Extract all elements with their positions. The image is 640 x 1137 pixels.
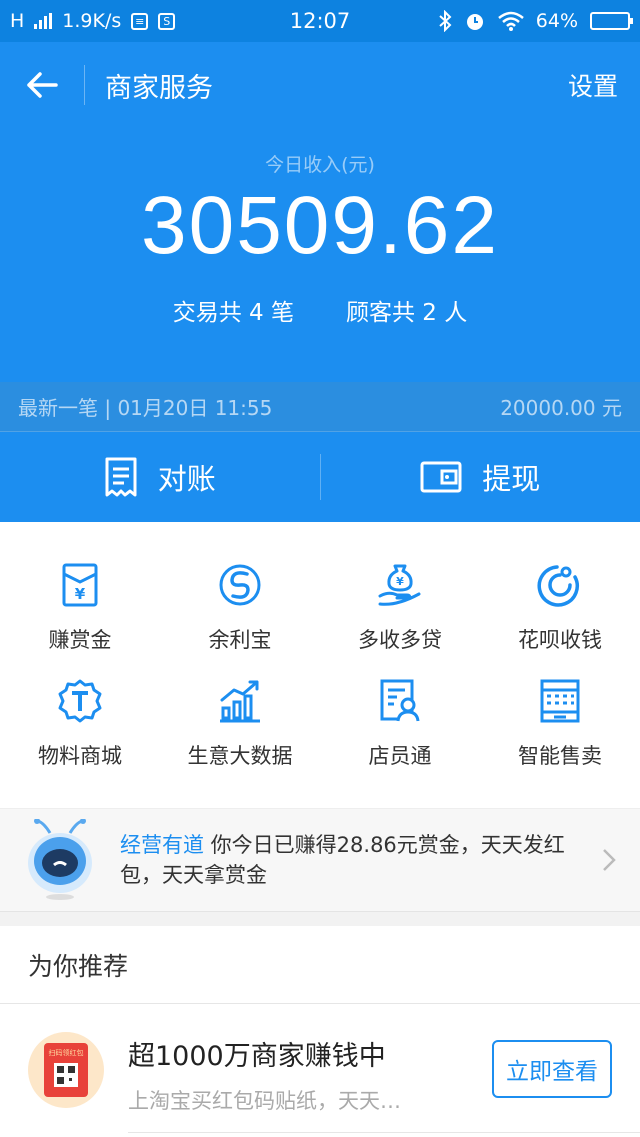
title-bar: 商家服务 设置 <box>0 42 640 128</box>
title-divider <box>84 65 85 105</box>
service-zhuanshangjin[interactable]: ¥ 赚赏金 <box>0 562 160 678</box>
svg-text:¥: ¥ <box>75 585 86 603</box>
banner-text: 经营有道 你今日已赚得28.86元赏金，天天发红包，天天拿赏金 <box>120 830 570 890</box>
network-speed: 1.9K/s <box>62 10 122 32</box>
recommend-item-text: 超1000万商家赚钱中 上淘宝买红包码贴纸，天天… <box>128 1032 458 1115</box>
alarm-icon <box>466 14 483 30</box>
banner-highlight: 经营有道 <box>120 833 204 857</box>
service-grid: ¥ 赚赏金 余利宝 ¥ 多收多贷 花呗收钱 物料商城 生意大数据 店员通 智能售… <box>0 522 640 808</box>
income-label: 今日收入(元) <box>265 154 375 176</box>
service-label: 多收多贷 <box>358 628 442 652</box>
wifi-icon <box>497 11 524 31</box>
view-now-button[interactable]: 立即查看 <box>492 1040 612 1098</box>
red-packet-qr-icon: 扫码领红包 <box>28 1032 104 1108</box>
page-title: 商家服务 <box>105 72 213 104</box>
red-packet-icon-text: 扫码领红包 <box>49 1048 84 1057</box>
business-tip-banner[interactable]: 经营有道 你今日已赚得28.86元赏金，天天发红包，天天拿赏金 <box>0 808 640 912</box>
service-label: 生意大数据 <box>187 744 293 768</box>
status-bar: H 1.9K/s ≡ S 12:07 64% <box>0 0 640 42</box>
latest-transaction-time: 最新一笔 | 01月20日 11:55 <box>18 396 273 420</box>
action-bar: 对账 提现 <box>0 432 640 522</box>
back-arrow-icon <box>27 72 58 98</box>
income-amount: 30509.62 <box>140 180 499 271</box>
customer-count[interactable]: 顾客共 2 人 <box>346 293 467 327</box>
money-bag-hand-icon: ¥ <box>378 564 421 606</box>
withdraw-button[interactable]: 提现 <box>321 456 640 498</box>
service-label: 赚赏金 <box>48 628 112 652</box>
sim-icon: S <box>158 12 176 30</box>
service-huabei[interactable]: 花呗收钱 <box>480 562 640 678</box>
reconcile-label: 对账 <box>157 462 216 496</box>
transaction-count[interactable]: 交易共 4 笔 <box>173 293 294 327</box>
red-envelope-icon: ¥ <box>62 563 98 607</box>
yulibao-icon <box>219 564 261 606</box>
service-label: 物料商城 <box>38 744 122 768</box>
vending-icon <box>540 679 580 723</box>
reconcile-button[interactable]: 对账 <box>0 456 320 498</box>
latest-transaction[interactable]: 最新一笔 | 01月20日 11:55 20000.00 元 <box>0 382 640 432</box>
recommend-item[interactable]: 扫码领红包 超1000万商家赚钱中 上淘宝买红包码贴纸，天天… 立即查看 <box>0 1004 640 1137</box>
service-label: 花呗收钱 <box>518 628 602 652</box>
service-material-mall[interactable]: 物料商城 <box>0 678 160 794</box>
bar-chart-icon <box>220 680 260 723</box>
service-label: 智能售卖 <box>518 744 602 768</box>
back-button[interactable] <box>20 63 64 107</box>
service-duoshouduodai[interactable]: ¥ 多收多贷 <box>320 562 480 678</box>
battery-percent: 64% <box>535 10 578 32</box>
service-staff[interactable]: 店员通 <box>320 678 480 794</box>
latest-transaction-amount: 20000.00 元 <box>500 396 622 420</box>
recommend-item-title: 超1000万商家赚钱中 <box>128 1041 386 1072</box>
network-type: H <box>10 10 25 32</box>
signal-icon <box>34 13 53 29</box>
today-stats: 交易共 4 笔 顾客共 2 人 <box>0 293 640 327</box>
svg-text:¥: ¥ <box>396 575 404 588</box>
service-label: 店员通 <box>368 744 432 768</box>
service-yulibao[interactable]: 余利宝 <box>160 562 320 678</box>
settings-button[interactable]: 设置 <box>568 67 618 103</box>
withdraw-label: 提现 <box>482 462 541 496</box>
service-smart-sales[interactable]: 智能售卖 <box>480 678 640 794</box>
list-divider <box>128 1132 640 1133</box>
recommend-item-desc: 上淘宝买红包码贴纸，天天… <box>128 1089 401 1113</box>
staff-icon <box>380 679 420 722</box>
battery-icon <box>590 12 633 30</box>
notification-icon: ≡ <box>131 12 149 30</box>
robot-mascot-icon <box>28 819 92 900</box>
recommend-section-title: 为你推荐 <box>0 926 640 1004</box>
service-label: 余利宝 <box>208 628 272 652</box>
t-badge-icon <box>58 679 102 723</box>
bluetooth-icon <box>439 10 452 32</box>
wallet-icon <box>420 461 462 493</box>
merchant-header: 商家服务 设置 今日收入(元) 30509.62 交易共 4 笔 顾客共 2 人… <box>0 42 640 522</box>
chevron-right-icon <box>603 849 616 871</box>
receipt-icon <box>105 457 137 497</box>
huabei-icon <box>537 565 579 607</box>
service-big-data[interactable]: 生意大数据 <box>160 678 320 794</box>
